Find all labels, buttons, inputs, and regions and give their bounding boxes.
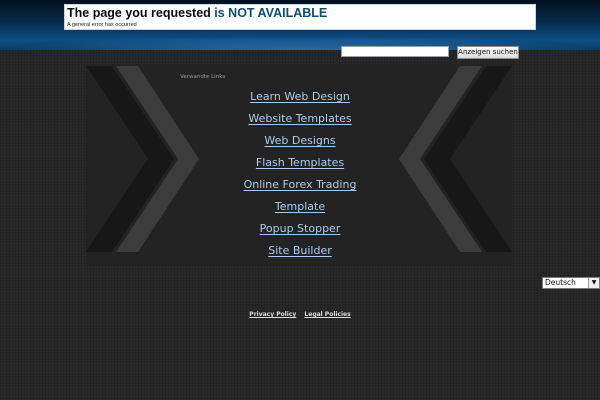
link-popup-stopper[interactable]: Popup Stopper xyxy=(260,222,341,235)
list-item: Flash Templates xyxy=(200,152,400,174)
page-title: The page you requested is NOT AVAILABLE xyxy=(67,6,327,21)
search-input[interactable] xyxy=(341,46,449,57)
list-item: Website Templates xyxy=(200,108,400,130)
privacy-policy-link[interactable]: Privacy Policy xyxy=(249,311,296,318)
link-online-forex-trading[interactable]: Online Forex Trading xyxy=(244,178,357,191)
header-banner: The page you requested is NOT AVAILABLE … xyxy=(0,0,600,50)
page-title-status: is NOT AVAILABLE xyxy=(214,6,328,20)
list-item: Popup Stopper xyxy=(200,218,400,240)
title-box: The page you requested is NOT AVAILABLE … xyxy=(64,4,536,30)
list-item: Online Forex Trading xyxy=(200,174,400,196)
list-item: Template xyxy=(200,196,400,218)
chevron-left-dark-icon xyxy=(86,66,174,252)
link-learn-web-design[interactable]: Learn Web Design xyxy=(250,90,350,103)
language-select-value: Deutsch xyxy=(545,278,576,287)
link-site-builder[interactable]: Site Builder xyxy=(268,244,332,257)
list-item: Web Designs xyxy=(200,130,400,152)
language-select[interactable]: Deutsch ▼ xyxy=(542,277,600,289)
link-template[interactable]: Template xyxy=(275,200,325,213)
error-subtitle: A general error has occurred xyxy=(67,22,137,28)
chevron-right-dark-icon xyxy=(424,66,512,252)
link-website-templates[interactable]: Website Templates xyxy=(248,112,351,125)
dropdown-arrow-icon: ▼ xyxy=(588,278,599,288)
footer-links: Privacy Policy Legal Policies xyxy=(0,311,600,318)
list-item: Site Builder xyxy=(200,240,400,262)
page-title-text: The page you requested xyxy=(67,6,215,20)
link-flash-templates[interactable]: Flash Templates xyxy=(256,156,344,169)
list-item: Learn Web Design xyxy=(200,86,400,108)
legal-policies-link[interactable]: Legal Policies xyxy=(304,311,350,318)
related-links-list: Learn Web Design Website Templates Web D… xyxy=(200,86,400,262)
search-button[interactable]: Anzeigen suchen xyxy=(457,46,519,59)
link-web-designs[interactable]: Web Designs xyxy=(264,134,335,147)
related-links-label: Verwandte Links xyxy=(180,74,226,80)
